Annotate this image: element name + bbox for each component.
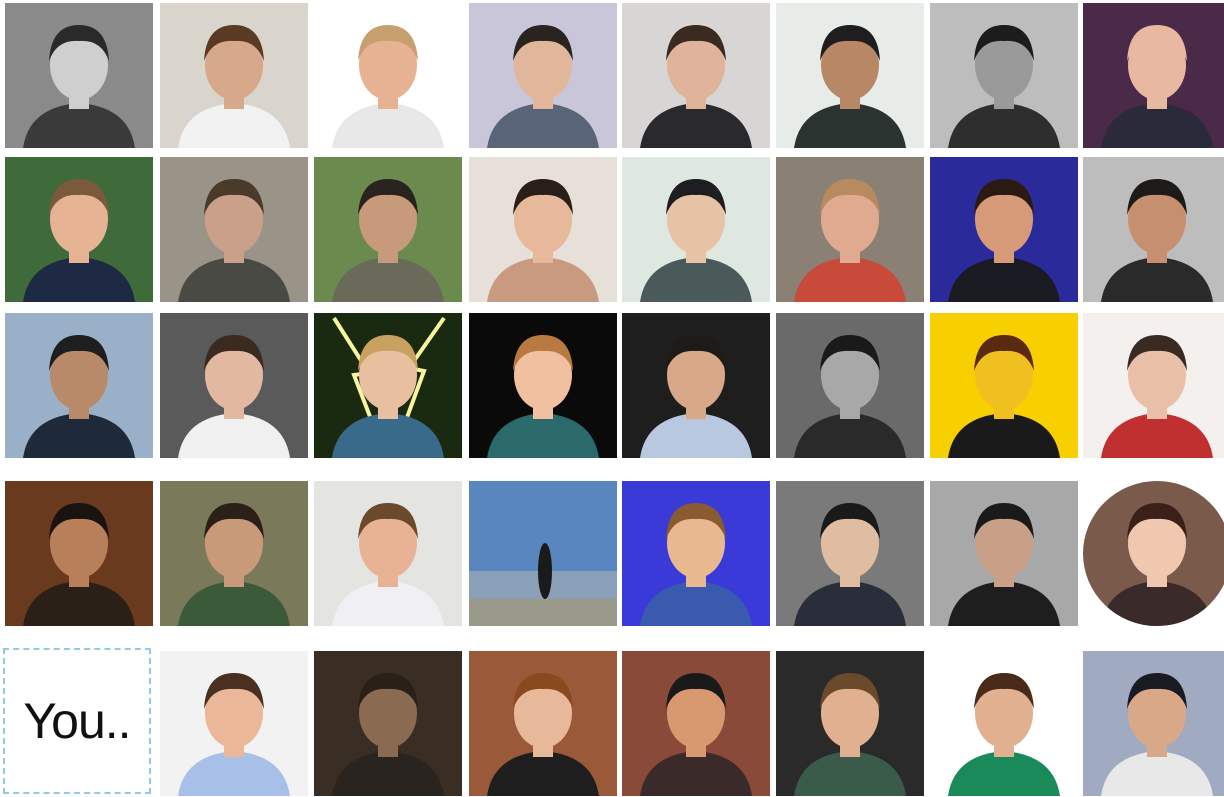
avatar-row1-col2[interactable] [160, 3, 308, 148]
avatar-row3-col5[interactable] [622, 313, 770, 458]
avatar-row5-col5[interactable] [622, 651, 770, 796]
avatar-photo [930, 157, 1078, 302]
avatar-row2-col7[interactable] [930, 157, 1078, 302]
avatar-row3-col2[interactable] [160, 313, 308, 458]
avatar-photo [5, 3, 153, 148]
avatar-photo [314, 651, 462, 796]
avatar-row5-col7[interactable] [930, 651, 1078, 796]
avatar-photo [776, 313, 924, 458]
avatar-photo [314, 3, 462, 148]
avatar-row1-col8[interactable] [1083, 3, 1224, 148]
avatar-photo [469, 651, 617, 796]
avatar-photo [469, 157, 617, 302]
avatar-photo [622, 157, 770, 302]
avatar-photo [776, 157, 924, 302]
avatar-row3-col1[interactable] [5, 313, 153, 458]
avatar-photo [314, 313, 462, 458]
avatar-photo [160, 481, 308, 626]
you-label: You.. [23, 693, 131, 749]
avatar-row4-col1[interactable] [5, 481, 153, 626]
avatar-photo [314, 157, 462, 302]
avatar-row4-col4[interactable] [469, 481, 617, 626]
avatar-photo [622, 651, 770, 796]
avatar-photo [314, 481, 462, 626]
avatar-photo [622, 3, 770, 148]
avatar-row3-col3[interactable] [314, 313, 462, 458]
avatar-photo [1083, 481, 1224, 626]
avatar-row5-col6[interactable] [776, 651, 924, 796]
avatar-row2-col5[interactable] [622, 157, 770, 302]
avatar-row2-col2[interactable] [160, 157, 308, 302]
avatar-photo [469, 313, 617, 458]
avatar-row3-col4[interactable] [469, 313, 617, 458]
avatar-photo [930, 3, 1078, 148]
avatar-photo [776, 481, 924, 626]
avatar-photo [776, 3, 924, 148]
avatar-row2-col6[interactable] [776, 157, 924, 302]
avatar-row3-col7[interactable] [930, 313, 1078, 458]
avatar-row1-col3[interactable] [314, 3, 462, 148]
avatar-row1-col7[interactable] [930, 3, 1078, 148]
avatar-photo [622, 481, 770, 626]
avatar-row2-col1[interactable] [5, 157, 153, 302]
avatar-row4-col7[interactable] [930, 481, 1078, 626]
avatar-row5-col3[interactable] [314, 651, 462, 796]
avatar-row2-col8[interactable] [1083, 157, 1224, 302]
avatar-photo [1083, 157, 1224, 302]
avatar-photo [160, 3, 308, 148]
avatar-photo [160, 313, 308, 458]
avatar-photo [469, 481, 617, 626]
avatar-photo [1083, 651, 1224, 796]
you-placeholder-button[interactable]: You.. [3, 648, 151, 794]
avatar-row3-col8[interactable] [1083, 313, 1224, 458]
avatar-row4-col2[interactable] [160, 481, 308, 626]
avatar-row5-col4[interactable] [469, 651, 617, 796]
avatar-row5-col8[interactable] [1083, 651, 1224, 796]
avatar-row2-col3[interactable] [314, 157, 462, 302]
avatar-row1-col6[interactable] [776, 3, 924, 148]
avatar-row4-col5[interactable] [622, 481, 770, 626]
avatar-photo [930, 313, 1078, 458]
avatar-photo [5, 481, 153, 626]
avatar-photo [5, 157, 153, 302]
avatar-photo [1083, 3, 1224, 148]
avatar-photo [930, 651, 1078, 796]
avatar-row5-col2[interactable] [160, 651, 308, 796]
avatar-photo [622, 313, 770, 458]
avatar-photo [776, 651, 924, 796]
avatar-row4-col3[interactable] [314, 481, 462, 626]
avatar-photo [5, 313, 153, 458]
avatar-row4-col8[interactable] [1083, 481, 1224, 626]
avatar-row2-col4[interactable] [469, 157, 617, 302]
avatar-row1-col1[interactable] [5, 3, 153, 148]
avatar-photo [160, 157, 308, 302]
avatar-row1-col4[interactable] [469, 3, 617, 148]
avatar-row3-col6[interactable] [776, 313, 924, 458]
avatar-photo [160, 651, 308, 796]
avatar-row1-col5[interactable] [622, 3, 770, 148]
avatar-photo [469, 3, 617, 148]
avatar-photo [930, 481, 1078, 626]
avatar-photo [1083, 313, 1224, 458]
avatar-row4-col6[interactable] [776, 481, 924, 626]
